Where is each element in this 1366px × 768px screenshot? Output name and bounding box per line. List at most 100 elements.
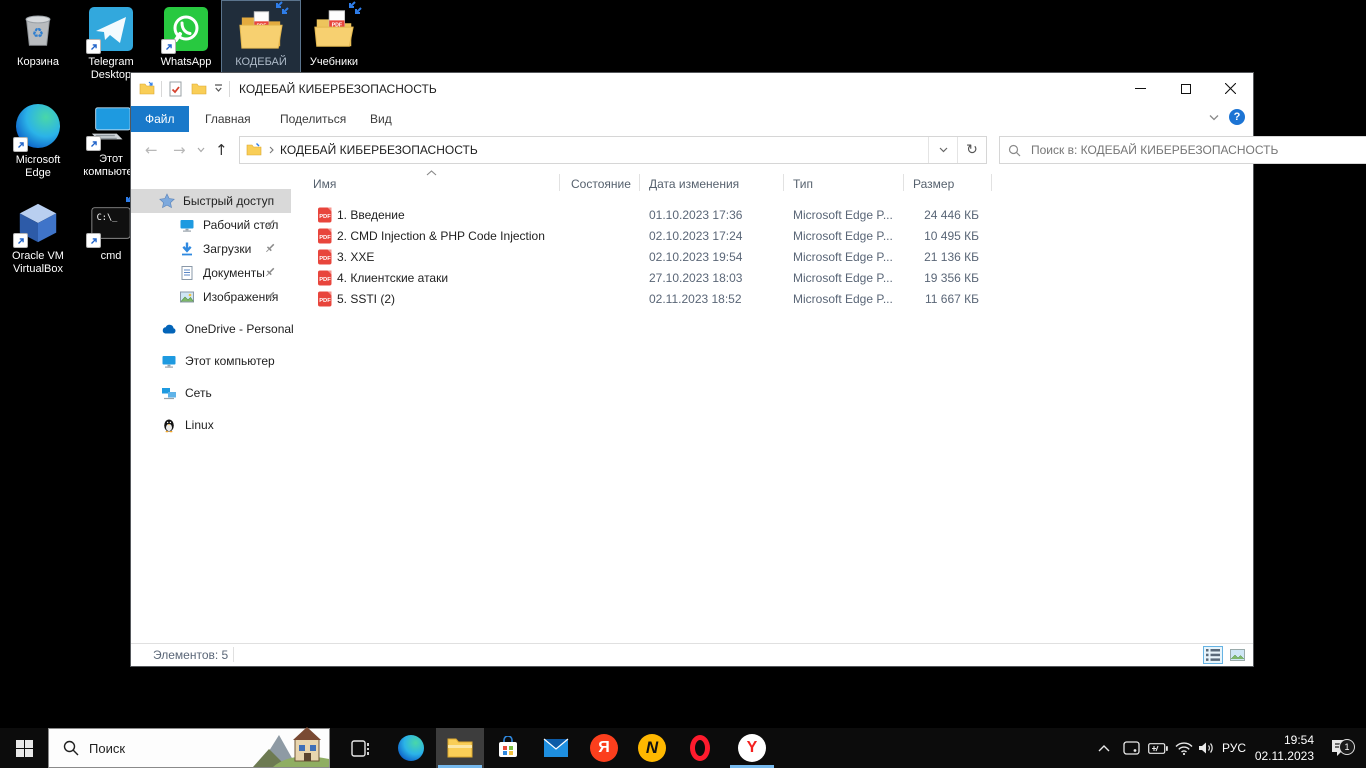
taskbar: Поиск bbox=[0, 728, 1366, 768]
file-row[interactable]: PDF 3. XXE 02.10.2023 19:54 Microsoft Ed… bbox=[291, 247, 1253, 268]
column-divider[interactable] bbox=[639, 174, 640, 191]
pdf-file-icon: PDF bbox=[317, 228, 333, 244]
close-button[interactable] bbox=[1208, 73, 1253, 104]
virtualbox-icon bbox=[15, 200, 61, 246]
desktop-icon-kodebay[interactable]: PDF КОДЕБАЙ bbox=[225, 6, 297, 69]
sidebar-item-label: Быстрый доступ bbox=[183, 194, 274, 208]
content-area: Быстрый доступ Рабочий стол Загрузки bbox=[131, 169, 1253, 644]
column-header-date[interactable]: Дата изменения bbox=[649, 177, 739, 191]
sidebar-item-downloads[interactable]: Загрузки bbox=[131, 237, 291, 261]
minimize-button[interactable] bbox=[1118, 73, 1163, 104]
back-icon[interactable]: ← bbox=[145, 139, 158, 161]
sidebar-item-this-pc[interactable]: Этот компьютер bbox=[131, 349, 291, 373]
refresh-icon[interactable]: ↻ bbox=[958, 137, 986, 163]
notification-badge: 1 bbox=[1339, 739, 1355, 755]
explorer-window: КОДЕБАЙ КИБЕРБЕЗОПАСНОСТЬ Файл Главная П… bbox=[130, 72, 1254, 667]
search-box[interactable] bbox=[999, 136, 1366, 164]
column-divider[interactable] bbox=[903, 174, 904, 191]
search-icon bbox=[1008, 144, 1021, 157]
penguin-icon bbox=[161, 417, 177, 433]
taskbar-mail-icon[interactable] bbox=[532, 728, 580, 768]
sidebar-item-documents[interactable]: Документы bbox=[131, 261, 291, 285]
cmd-icon: C:\_ bbox=[88, 200, 134, 246]
tab-view[interactable]: Вид bbox=[356, 106, 406, 132]
recent-locations-icon[interactable] bbox=[197, 147, 205, 153]
taskbar-store-icon[interactable] bbox=[484, 728, 532, 768]
desktop-icon-virtualbox[interactable]: Oracle VM VirtualBox bbox=[2, 200, 74, 276]
column-divider[interactable] bbox=[559, 174, 560, 191]
thumbnails-view-button[interactable] bbox=[1227, 646, 1247, 664]
sidebar-item-pictures[interactable]: Изображения bbox=[131, 285, 291, 309]
column-divider[interactable] bbox=[991, 174, 992, 191]
clock[interactable]: 19:54 02.11.2023 bbox=[1248, 732, 1314, 764]
new-folder-icon[interactable] bbox=[191, 81, 207, 97]
pin-icon[interactable] bbox=[263, 241, 279, 257]
sidebar-item-quick-access[interactable]: Быстрый доступ bbox=[131, 189, 291, 213]
sidebar-item-network[interactable]: Сеть bbox=[131, 381, 291, 405]
monitor-icon bbox=[179, 217, 195, 233]
pin-icon[interactable] bbox=[263, 265, 279, 281]
taskbar-edge-icon[interactable] bbox=[388, 728, 434, 768]
file-row[interactable]: PDF 5. SSTI (2) 02.11.2023 18:52 Microso… bbox=[291, 289, 1253, 310]
tab-share[interactable]: Поделиться bbox=[266, 106, 360, 132]
task-view-button[interactable] bbox=[338, 728, 384, 768]
start-button[interactable] bbox=[0, 728, 48, 768]
desktop-icon-whatsapp[interactable]: WhatsApp bbox=[150, 6, 222, 69]
desktop-icon-uchebniki[interactable]: PDF Учебники bbox=[298, 6, 370, 69]
file-row[interactable]: PDF 1. Введение 01.10.2023 17:36 Microso… bbox=[291, 205, 1253, 226]
volume-icon[interactable] bbox=[1192, 728, 1220, 768]
language-indicator[interactable]: РУС bbox=[1218, 728, 1250, 768]
address-bar[interactable]: КОДЕБАЙ КИБЕРБЕЗОПАСНОСТЬ ↻ bbox=[239, 136, 987, 164]
qat-customize-icon[interactable] bbox=[214, 84, 223, 94]
taskbar-yandex-browser-icon[interactable]: Y bbox=[728, 728, 776, 768]
search-input[interactable] bbox=[1029, 142, 1364, 158]
help-icon[interactable]: ? bbox=[1229, 109, 1245, 125]
tray-device-icon[interactable] bbox=[1118, 728, 1144, 768]
notification-center-icon[interactable]: 1 bbox=[1322, 728, 1360, 768]
document-icon bbox=[179, 265, 195, 281]
column-divider[interactable] bbox=[783, 174, 784, 191]
column-header-size[interactable]: Размер bbox=[913, 177, 954, 191]
desktop: ♻ Корзина Telegram Desktop bbox=[0, 0, 1366, 768]
taskbar-kinopoisk-icon[interactable]: N bbox=[628, 728, 676, 768]
battery-icon[interactable] bbox=[1144, 728, 1172, 768]
tab-home[interactable]: Главная bbox=[191, 106, 265, 132]
tray-expand-icon[interactable] bbox=[1090, 728, 1118, 768]
tab-file[interactable]: Файл bbox=[131, 106, 189, 132]
search-highlight-art[interactable] bbox=[253, 721, 329, 767]
maximize-button[interactable] bbox=[1163, 73, 1208, 104]
file-row[interactable]: PDF 2. CMD Injection & PHP Code Injectio… bbox=[291, 226, 1253, 247]
file-size: 19 356 КБ bbox=[851, 271, 979, 285]
pin-icon[interactable] bbox=[263, 289, 279, 305]
sidebar-item-onedrive[interactable]: OneDrive - Personal bbox=[131, 317, 291, 341]
forward-icon[interactable]: → bbox=[173, 139, 186, 161]
sidebar-item-desktop[interactable]: Рабочий стол bbox=[131, 213, 291, 237]
ribbon-collapse-icon[interactable] bbox=[1209, 114, 1219, 121]
taskbar-explorer-icon[interactable] bbox=[436, 728, 484, 768]
desktop-icon-recycle-bin[interactable]: ♻ Корзина bbox=[2, 6, 74, 69]
column-header-name[interactable]: Имя bbox=[313, 177, 336, 191]
column-header-status[interactable]: Состояние bbox=[571, 177, 631, 191]
breadcrumb[interactable]: КОДЕБАЙ КИБЕРБЕЗОПАСНОСТЬ bbox=[280, 143, 478, 157]
taskbar-search[interactable]: Поиск bbox=[48, 728, 330, 768]
ribbon-tabs: Файл Главная Поделиться Вид bbox=[131, 106, 1253, 132]
column-header-type[interactable]: Тип bbox=[793, 177, 813, 191]
pdf-file-icon: PDF bbox=[317, 270, 333, 286]
pin-icon[interactable] bbox=[263, 217, 279, 233]
sidebar-item-linux[interactable]: Linux bbox=[131, 413, 291, 437]
file-row[interactable]: PDF 4. Клиентские атаки 27.10.2023 18:03… bbox=[291, 268, 1253, 289]
up-icon[interactable]: ↑ bbox=[215, 139, 228, 161]
shortcut-arrow-icon bbox=[13, 233, 28, 248]
address-dropdown-icon[interactable] bbox=[929, 137, 957, 163]
details-view-button[interactable] bbox=[1203, 646, 1223, 664]
whatsapp-icon bbox=[163, 6, 209, 52]
title-bar[interactable]: КОДЕБАЙ КИБЕРБЕЗОПАСНОСТЬ bbox=[131, 73, 1253, 106]
taskbar-opera-icon[interactable] bbox=[676, 728, 724, 768]
desktop-icon-edge[interactable]: Microsoft Edge bbox=[2, 103, 74, 180]
desktop-icon-telegram[interactable]: Telegram Desktop bbox=[75, 6, 147, 82]
divider bbox=[233, 647, 234, 662]
items-count: Элементов: 5 bbox=[153, 648, 228, 662]
taskbar-search-placeholder: Поиск bbox=[89, 741, 125, 756]
properties-icon[interactable] bbox=[168, 81, 183, 97]
taskbar-yandex-icon[interactable]: Я bbox=[580, 728, 628, 768]
